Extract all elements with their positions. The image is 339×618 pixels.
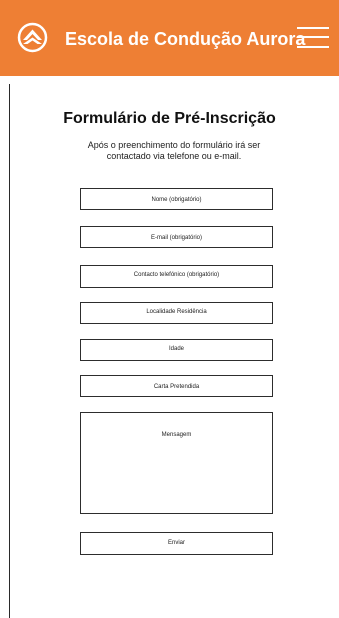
age-field-placeholder: Idade <box>168 346 184 352</box>
residence-field-placeholder: Localidade Residência <box>146 309 207 315</box>
submit-button-label: Enviar <box>167 540 185 546</box>
message-textarea-placeholder: Mensagem <box>161 432 192 438</box>
top-header: Escola de Condução Aurora <box>0 0 339 76</box>
driving-licence-field[interactable]: Carta Pretendida <box>80 375 273 397</box>
phone-field[interactable]: Contacto telefónico (obrigatório) <box>80 265 273 288</box>
submit-button[interactable]: Enviar <box>80 532 273 555</box>
page: Escola de Condução Aurora Formulário de … <box>0 0 339 618</box>
name-field[interactable]: Nome (obrigatório) <box>80 188 273 210</box>
phone-field-placeholder: Contacto telefónico (obrigatório) <box>133 272 220 278</box>
residence-field[interactable]: Localidade Residência <box>80 302 273 324</box>
form-intro-text: Após o preenchimento do formulário irá s… <box>87 140 261 161</box>
age-field[interactable]: Idade <box>80 339 273 361</box>
aurora-logo-icon[interactable] <box>17 22 48 53</box>
app-title: Escola de Condução Aurora <box>65 29 306 49</box>
email-field[interactable]: E-mail (obrigatório) <box>80 226 273 248</box>
driving-licence-field-placeholder: Carta Pretendida <box>153 384 200 390</box>
message-textarea[interactable]: Mensagem <box>80 412 273 514</box>
hamburger-menu-icon[interactable] <box>297 24 329 50</box>
email-field-placeholder: E-mail (obrigatório) <box>150 235 202 241</box>
form-title: Formulário de Pré-Inscrição <box>63 109 276 127</box>
name-field-placeholder: Nome (obrigatório) <box>151 197 202 203</box>
left-page-divider <box>9 84 10 618</box>
